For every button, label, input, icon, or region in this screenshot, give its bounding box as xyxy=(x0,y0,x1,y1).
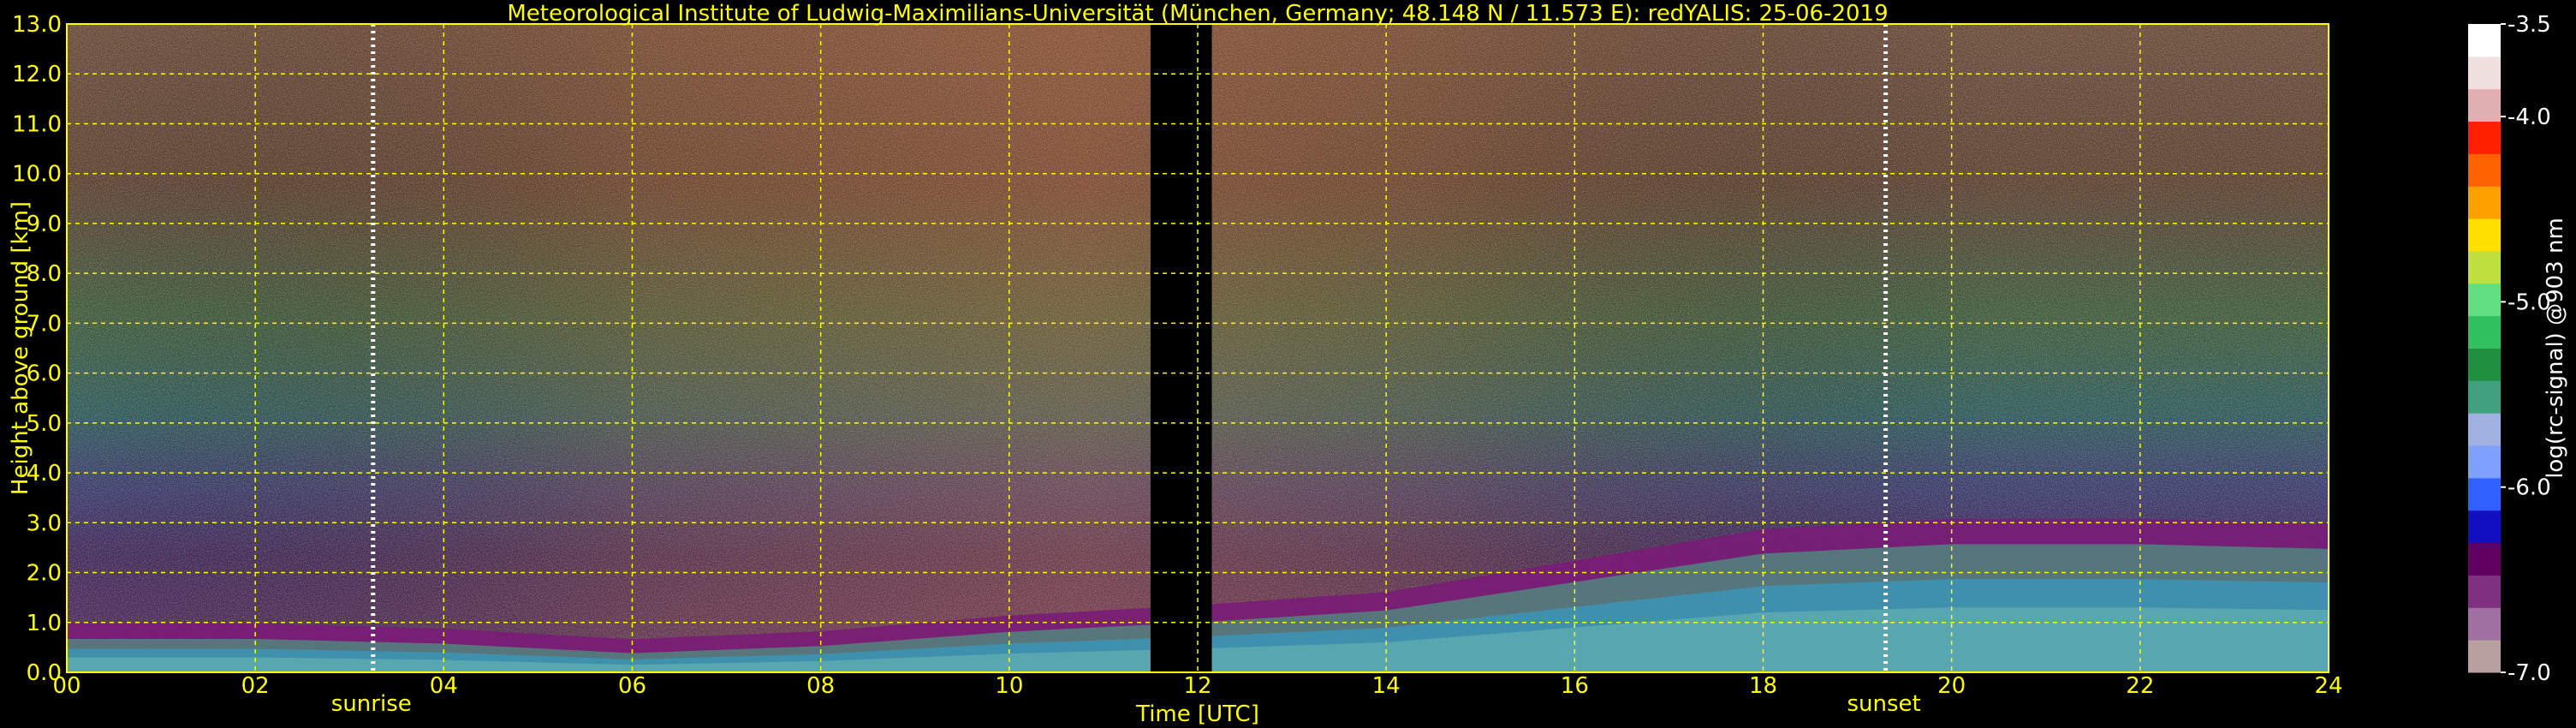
colorbar-swatch xyxy=(2468,510,2501,544)
colorbar-swatch xyxy=(2468,640,2501,673)
y-tick-label: 1.0 xyxy=(27,611,62,636)
colorbar-swatch xyxy=(2468,250,2501,284)
event-labels: sunrise sunset xyxy=(331,691,1921,717)
x-tick-label: 02 xyxy=(241,673,270,699)
y-tick-label: 3.0 xyxy=(27,510,62,536)
colorbar-swatch xyxy=(2468,153,2501,187)
colorbar-swatch xyxy=(2468,380,2501,414)
x-tick-label: 04 xyxy=(430,673,458,699)
x-tick-label: 18 xyxy=(1749,673,1777,699)
colorbar-swatch xyxy=(2468,607,2501,641)
colorbar-swatch xyxy=(2468,542,2501,576)
x-tick-label: 12 xyxy=(1183,673,1211,699)
x-tick-label: 24 xyxy=(2314,673,2342,699)
colorbar-swatch xyxy=(2468,186,2501,219)
colorbar-swatch xyxy=(2468,56,2501,90)
colorbar-swatch xyxy=(2468,348,2501,381)
y-tick-label: 13.0 xyxy=(12,12,62,38)
event-label-sunset: sunset xyxy=(1847,691,1920,717)
data-gap xyxy=(1150,24,1212,672)
x-tick-label: 16 xyxy=(1561,673,1589,699)
colorbar-swatch xyxy=(2468,477,2501,511)
event-label-sunrise: sunrise xyxy=(331,691,412,717)
colorbar-tick-label: -3.5 xyxy=(2508,12,2551,38)
colorbar-label: log(rc-signal) @903 nm xyxy=(2543,218,2568,479)
y-tick-label: 12.0 xyxy=(12,62,62,87)
y-tick-label: 2.0 xyxy=(27,561,62,587)
plot-area xyxy=(67,24,2329,672)
colorbar-swatch xyxy=(2468,575,2501,608)
colorbar-swatch xyxy=(2468,218,2501,252)
y-axis-label: Height above ground [km] xyxy=(8,201,33,495)
x-axis-label: Time [UTC] xyxy=(1135,701,1259,727)
x-tick-label: 22 xyxy=(2126,673,2154,699)
y-tick-label: 11.0 xyxy=(12,111,62,137)
x-tick-label: 10 xyxy=(995,673,1023,699)
colorbar-tick-label: -4.0 xyxy=(2508,104,2551,130)
colorbar-swatch xyxy=(2468,283,2501,317)
x-tick-label: 06 xyxy=(618,673,646,699)
y-tick-label: 10.0 xyxy=(12,162,62,188)
colorbar-swatch xyxy=(2468,445,2501,479)
x-tick-label: 20 xyxy=(1937,673,1966,699)
x-tick-label: 00 xyxy=(52,673,80,699)
x-tick-label: 08 xyxy=(806,673,835,699)
x-tick-label: 14 xyxy=(1372,673,1401,699)
colorbar-tick-label: -7.0 xyxy=(2508,660,2551,686)
lidar-chart: 0.01.02.03.04.05.06.07.08.09.010.011.012… xyxy=(8,1,2568,727)
colorbar-swatch xyxy=(2468,24,2501,57)
colorbar-swatch xyxy=(2468,315,2501,349)
colorbar-swatch xyxy=(2468,88,2501,122)
colorbar-swatch xyxy=(2468,121,2501,154)
colorbar xyxy=(2468,24,2501,673)
chart-title: Meteorological Institute of Ludwig-Maxim… xyxy=(507,1,1888,27)
colorbar-swatch xyxy=(2468,413,2501,446)
